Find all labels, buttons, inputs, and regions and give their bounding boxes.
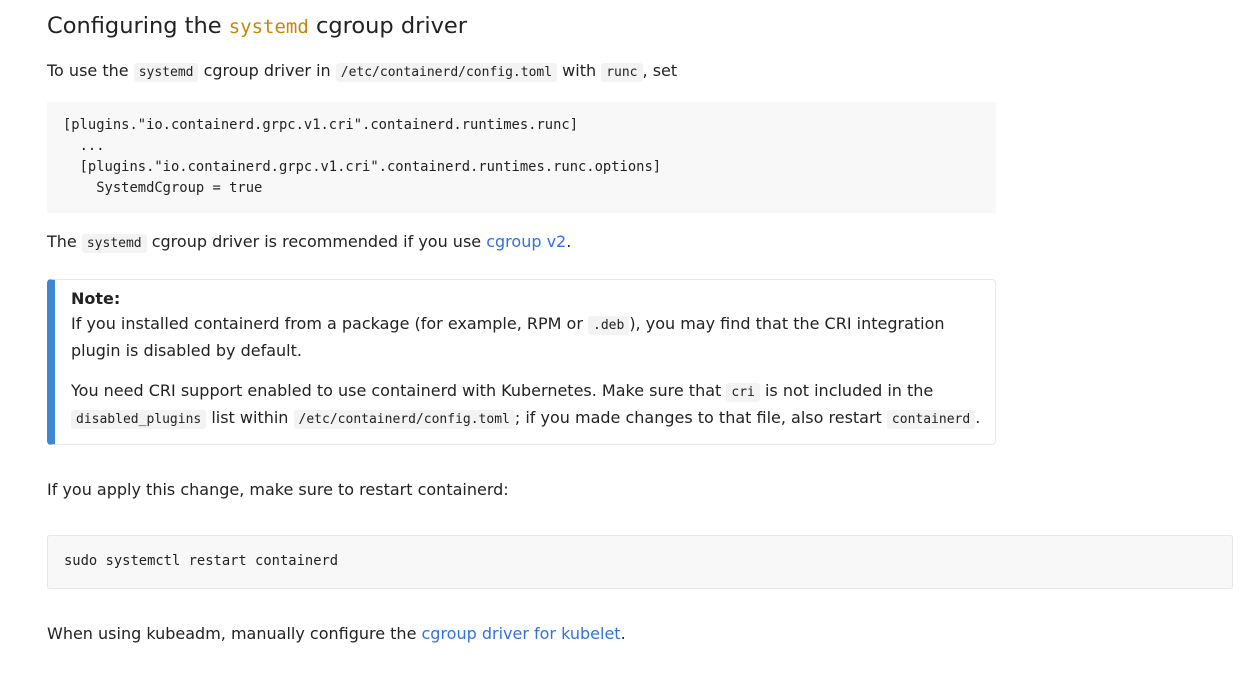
inline-code-runc: runc <box>601 63 643 82</box>
note-paragraph: If you installed containerd from a packa… <box>71 314 945 360</box>
inline-code-config-path: /etc/containerd/config.toml <box>335 63 558 82</box>
restart-code-block[interactable]: sudo systemctl restart containerd <box>47 535 1233 589</box>
code-line: sudo systemctl restart containerd <box>64 553 339 569</box>
code-line: ... <box>63 138 105 154</box>
doc-content: Configuring the systemd cgroup driver To… <box>0 0 1250 646</box>
inline-code-deb: .deb <box>588 316 630 335</box>
inline-code-cri: cri <box>726 383 760 402</box>
code-line: SystemdCgroup = true <box>63 180 263 196</box>
config-code-block[interactable]: [plugins."io.containerd.grpc.v1.cri".con… <box>47 102 996 213</box>
inline-code-disabled-plugins: disabled_plugins <box>71 410 207 429</box>
intro-paragraph: To use the systemd cgroup driver in /etc… <box>47 61 678 82</box>
cgroup-driver-kubelet-link[interactable]: cgroup driver for kubelet <box>422 624 621 643</box>
inline-code-config-path: /etc/containerd/config.toml <box>293 410 515 429</box>
note-title: Note: <box>71 289 121 308</box>
recommendation-paragraph: The systemd cgroup driver is recommended… <box>47 232 572 253</box>
code-line: [plugins."io.containerd.grpc.v1.cri".con… <box>63 159 662 175</box>
inline-code-systemd: systemd <box>133 63 199 82</box>
code-line: [plugins."io.containerd.grpc.v1.cri".con… <box>63 117 578 133</box>
restart-paragraph: If you apply this change, make sure to r… <box>47 480 509 499</box>
inline-code-containerd: containerd <box>886 410 976 429</box>
section-heading: Configuring the systemd cgroup driver <box>47 13 468 39</box>
kubeadm-paragraph: When using kubeadm, manually configure t… <box>47 624 626 643</box>
note-paragraph: You need CRI support enabled to use cont… <box>71 381 981 429</box>
note-callout: Note: If you installed containerd from a… <box>47 279 996 445</box>
inline-code-systemd: systemd <box>81 234 147 253</box>
heading-code: systemd <box>228 16 309 38</box>
cgroup-v2-link[interactable]: cgroup v2 <box>486 232 566 251</box>
